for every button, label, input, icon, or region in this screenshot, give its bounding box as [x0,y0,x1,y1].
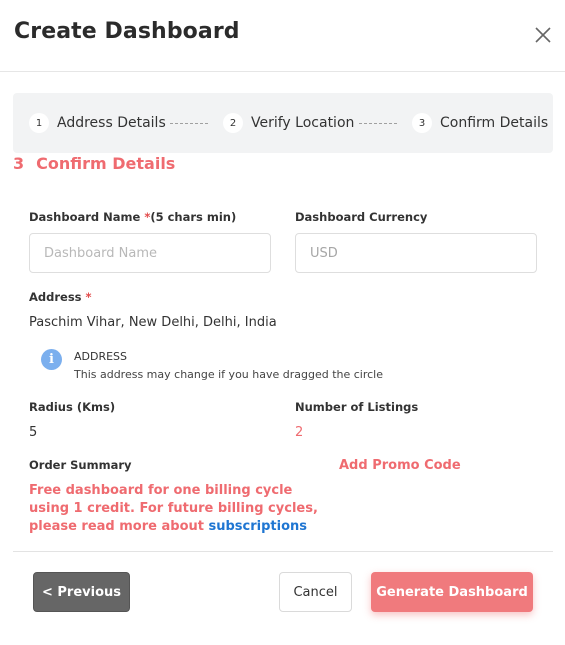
step-connector [170,123,208,124]
dashboard-name-label: Dashboard Name *(5 chars min) [29,210,236,224]
dialog-title: Create Dashboard [14,19,240,44]
listings-label: Number of Listings [295,400,419,414]
close-icon[interactable] [532,24,554,46]
radius-value: 5 [29,425,38,440]
order-summary-text: Free dashboard for one billing cycle usi… [29,482,329,536]
add-promo-code-link[interactable]: Add Promo Code [339,458,461,473]
step-address-details[interactable]: 1 Address Details [29,112,166,134]
address-label: Address * [29,290,92,304]
dashboard-name-label-text: Dashboard Name [29,210,145,224]
step-connector [359,123,397,124]
subscriptions-link[interactable]: subscriptions [209,519,308,534]
step-label: Verify Location [251,115,355,131]
info-text: This address may change if you have drag… [74,368,384,381]
step-number: 1 [29,113,49,133]
previous-button[interactable]: < Previous [33,572,130,612]
generate-dashboard-button[interactable]: Generate Dashboard [371,572,533,612]
footer-divider [13,551,553,552]
stepper: 1 Address Details 2 Verify Location 3 Co… [13,93,553,153]
section-number: 3 [13,154,25,173]
dialog-header: Create Dashboard [0,0,565,72]
step-label: Address Details [57,115,166,131]
info-title: ADDRESS [74,350,128,363]
step-number: 3 [412,113,432,133]
listings-value: 2 [295,425,304,440]
step-label: Confirm Details [440,115,549,131]
required-mark: * [85,290,92,304]
cancel-button[interactable]: Cancel [279,572,352,612]
step-number: 2 [223,113,243,133]
section-title: 3 Confirm Details [13,154,175,173]
order-summary-label: Order Summary [29,458,132,472]
dashboard-name-hint: (5 chars min) [150,210,237,224]
currency-input [295,233,537,273]
currency-label: Dashboard Currency [295,210,428,224]
step-confirm-details[interactable]: 3 Confirm Details [412,112,548,134]
step-verify-location[interactable]: 2 Verify Location [223,112,354,134]
address-label-text: Address [29,290,86,304]
dashboard-name-input[interactable] [29,233,271,273]
section-label: Confirm Details [36,154,176,173]
radius-label: Radius (Kms) [29,400,116,414]
info-icon: i [41,349,62,370]
address-value: Paschim Vihar, New Delhi, Delhi, India [29,315,277,330]
